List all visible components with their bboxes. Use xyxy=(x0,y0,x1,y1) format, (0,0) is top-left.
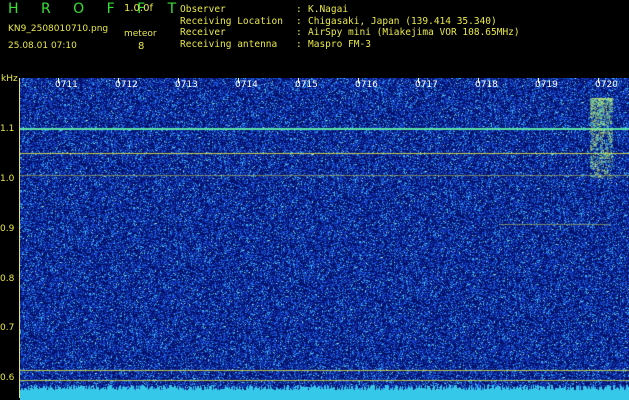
meteor-label: meteor xyxy=(124,29,157,39)
time-label: 0715 xyxy=(295,80,318,90)
header-panel: H R O F F T 1.0.0f KN9_2508010710.png me… xyxy=(0,0,629,74)
freq-tick-label: 0.9 xyxy=(0,224,15,234)
time-label: 0716 xyxy=(355,80,378,90)
info-colon: : xyxy=(296,38,302,50)
info-value: K.Nagai xyxy=(308,4,349,15)
info-key: Receiving antenna xyxy=(180,38,278,50)
version-label: 1.0.0f xyxy=(124,3,153,14)
info-row-receiver: Receiver: AirSpy mini (Miakejima VOR 108.… xyxy=(180,27,520,39)
info-colon: : xyxy=(296,27,302,38)
freq-unit-label: kHz xyxy=(1,74,18,84)
spectrogram-plot: 0711 0712 0713 0714 0715 0716 0717 0718 … xyxy=(20,78,629,400)
time-label: 0713 xyxy=(175,80,198,90)
info-colon: : xyxy=(296,4,302,15)
datetime-label: 25.08.01 07:10 xyxy=(8,41,77,51)
spectrogram-canvas xyxy=(20,78,629,400)
time-label: 0711 xyxy=(55,80,78,90)
time-label: 0712 xyxy=(115,80,138,90)
freq-tick-label: 1.0 xyxy=(0,174,15,184)
info-colon: : xyxy=(296,15,302,27)
freq-tick-label: 0.6 xyxy=(0,373,15,383)
meteor-count: 8 xyxy=(138,41,145,52)
time-label: 0719 xyxy=(535,80,558,90)
app-logo: H R O F F T xyxy=(8,1,186,17)
freq-tick-label: 0.8 xyxy=(0,274,15,284)
time-label: 0720 xyxy=(595,80,618,90)
info-key: Receiving Location xyxy=(180,15,283,27)
info-value: Chigasaki, Japan (139.414 35.340) xyxy=(308,15,497,27)
info-row-observer: Observer: K.Nagai xyxy=(180,4,520,16)
info-value: Maspro FM-3 xyxy=(308,38,371,50)
observation-info: Observer: K.Nagai Receiving Location: Chig… xyxy=(180,4,520,50)
time-label: 0714 xyxy=(235,80,258,90)
info-row-antenna: Receiving antenna: Maspro FM-3 xyxy=(180,39,520,51)
info-value: AirSpy mini (Miakejima VOR 108.65MHz) xyxy=(308,27,520,38)
info-key: Receiver xyxy=(180,27,226,38)
filename-label: KN9_2508010710.png xyxy=(8,24,109,34)
info-key: Observer xyxy=(180,4,226,15)
freq-tick-label: 1.1 xyxy=(0,124,15,134)
time-label: 0717 xyxy=(415,80,438,90)
time-label: 0718 xyxy=(475,80,498,90)
info-row-location: Receiving Location: Chigasaki, Japan (139… xyxy=(180,16,520,28)
freq-tick-label: 0.7 xyxy=(0,323,15,333)
